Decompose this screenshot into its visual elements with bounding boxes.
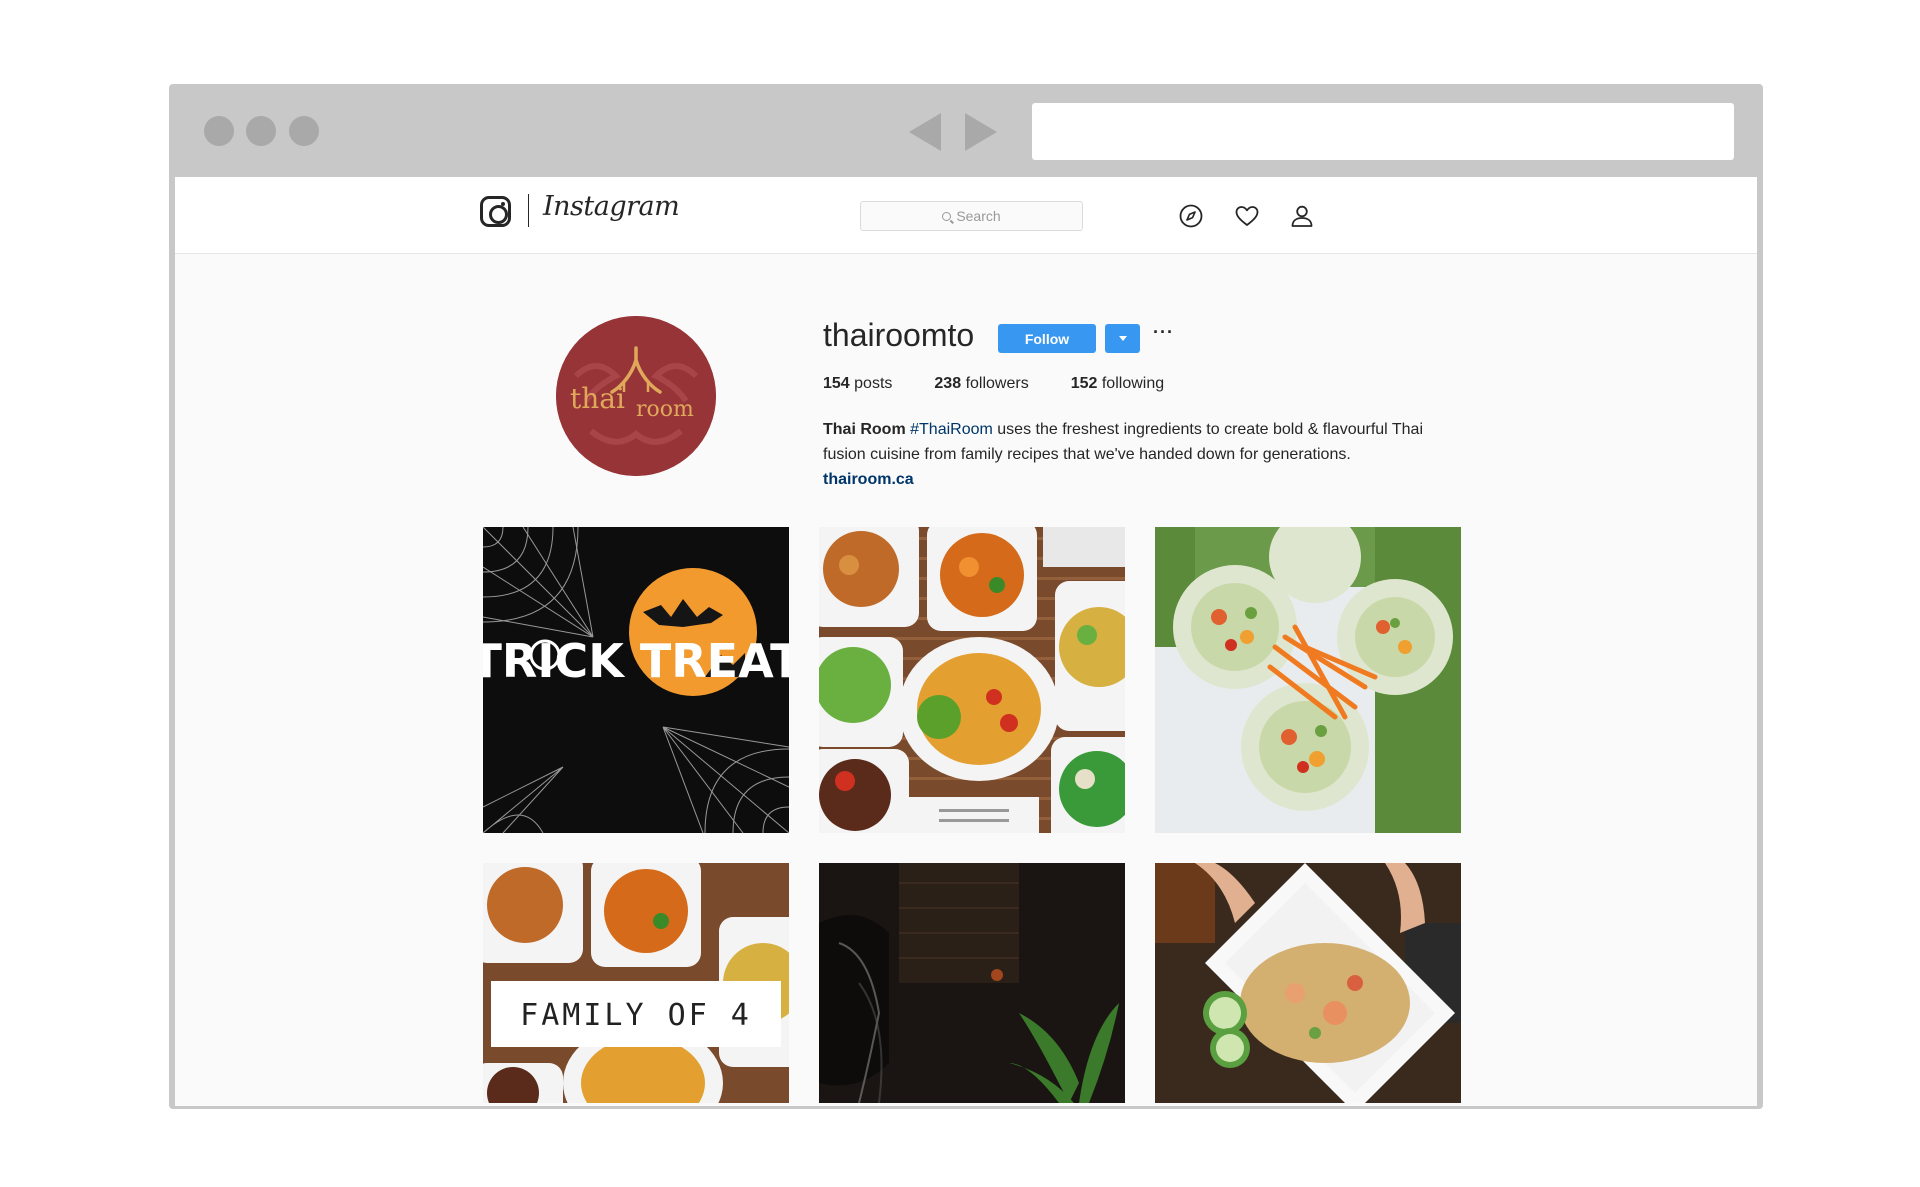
logo-divider [528, 194, 529, 227]
instagram-wordmark[interactable]: Instagram [543, 191, 680, 222]
post-family-of-4-caption: FAMILY OF 4 [520, 998, 752, 1033]
posts-count-value: 154 [823, 375, 850, 392]
bio-hashtag-link[interactable]: #ThaiRoom [910, 421, 993, 438]
window-minimize-dot[interactable] [246, 116, 276, 146]
browser-chrome [172, 87, 1760, 177]
followers-count[interactable]: 238 followers [934, 375, 1028, 393]
address-bar[interactable] [1032, 103, 1734, 160]
search-placeholder: Search [956, 208, 1001, 224]
follow-dropdown-button[interactable] [1105, 324, 1140, 353]
search-input[interactable]: Search [860, 201, 1083, 231]
posts-count: 154 posts [823, 375, 892, 393]
bio-website-link[interactable]: thairoom.ca [823, 467, 1463, 492]
following-count-value: 152 [1070, 375, 1098, 392]
avatar-text-room: room [636, 397, 694, 422]
profile-user-icon[interactable] [1287, 201, 1317, 231]
followers-count-label: followers [965, 375, 1029, 392]
more-options-button[interactable]: ··· [1153, 322, 1174, 343]
back-arrow-icon[interactable] [909, 113, 941, 151]
browser-window: Instagram Search thai room thairoomto Fo… [169, 84, 1763, 1109]
bio-name: Thai Room [823, 421, 906, 438]
profile-bio: Thai Room #ThaiRoom uses the freshest in… [823, 417, 1463, 492]
search-icon [942, 211, 952, 221]
post-trick-or-treat[interactable]: TRICK TREAT [483, 527, 789, 833]
post-thai-dishes-spread[interactable] [819, 527, 1125, 833]
profile-username: thairoomto [823, 317, 975, 353]
post-fresh-rolls[interactable] [1155, 527, 1461, 833]
instagram-camera-icon[interactable] [480, 196, 511, 227]
following-count-label: following [1101, 375, 1165, 392]
profile-avatar[interactable]: thai room [556, 316, 716, 476]
post-family-of-4[interactable]: FAMILY OF 4 [483, 863, 789, 1103]
posts-count-label: posts [854, 375, 893, 392]
explore-compass-icon[interactable] [1176, 201, 1206, 231]
following-count[interactable]: 152 following [1071, 375, 1164, 393]
activity-heart-icon[interactable] [1232, 201, 1262, 231]
instagram-header: Instagram Search [175, 177, 1757, 254]
follow-button[interactable]: Follow [998, 324, 1096, 353]
avatar-text-thai: thai [570, 382, 625, 415]
profile-stats: 154 posts 238 followers 152 following [823, 375, 1206, 393]
followers-count-value: 238 [934, 375, 962, 392]
post-fried-rice-plate[interactable] [1155, 863, 1461, 1103]
post-wine-glass-dark[interactable] [819, 863, 1125, 1103]
window-close-dot[interactable] [204, 116, 234, 146]
page-viewport: Instagram Search thai room thairoomto Fo… [175, 177, 1757, 1106]
forward-arrow-icon[interactable] [965, 113, 997, 151]
window-maximize-dot[interactable] [289, 116, 319, 146]
post-trick-treat-caption: TRICK TREAT [483, 634, 789, 688]
